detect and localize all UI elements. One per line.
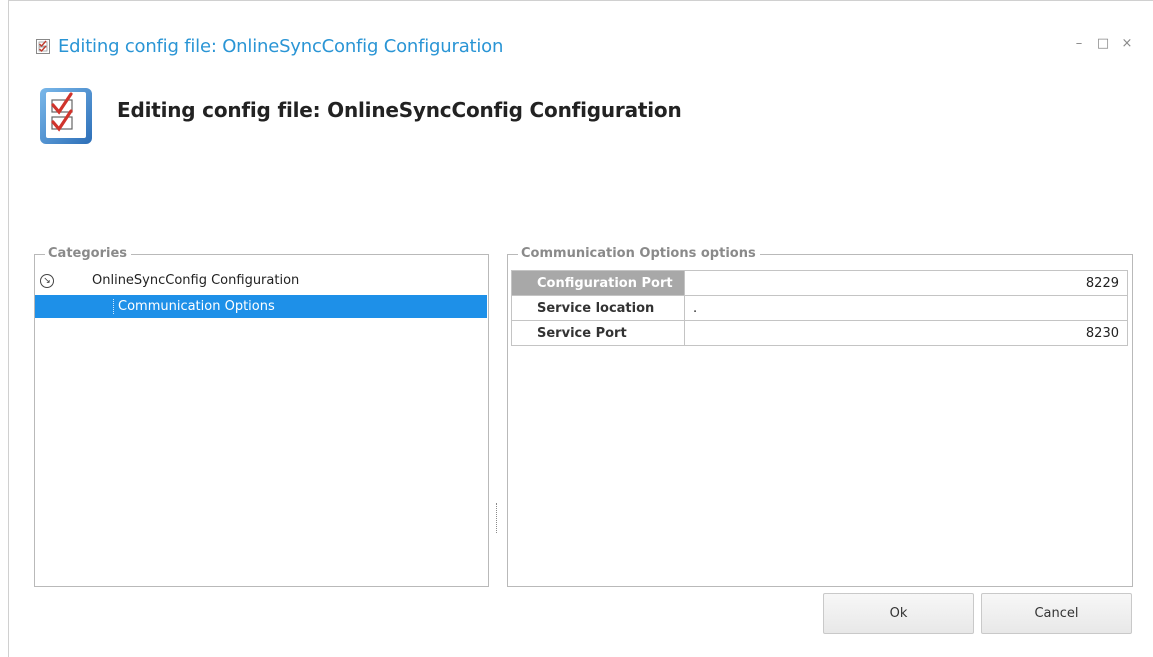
tree-item-root[interactable]: ↘ OnlineSyncConfig Configuration: [35, 270, 487, 292]
property-name[interactable]: Configuration Port: [511, 270, 685, 296]
window-title: Editing config file: OnlineSyncConfig Co…: [58, 35, 504, 57]
table-row[interactable]: Configuration Port 8229: [511, 270, 1128, 296]
ok-button[interactable]: Ok: [823, 593, 974, 634]
categories-group: Categories ↘ OnlineSyncConfig Configurat…: [34, 246, 489, 587]
property-grid: Configuration Port 8229 Service location…: [511, 270, 1128, 346]
property-value[interactable]: 8230: [684, 320, 1128, 346]
categories-legend: Categories: [45, 246, 132, 262]
title-bar: Editing config file: OnlineSyncConfig Co…: [36, 34, 503, 58]
table-row[interactable]: Service location .: [511, 295, 1128, 321]
tree-item-communication-options[interactable]: Communication Options: [35, 295, 487, 318]
tree-item-label: OnlineSyncConfig Configuration: [92, 273, 300, 288]
page-title: Editing config file: OnlineSyncConfig Co…: [117, 98, 682, 122]
property-name[interactable]: Service Port: [511, 320, 685, 346]
panel-splitter[interactable]: [496, 503, 497, 533]
checklist-icon: [36, 38, 50, 54]
window-controls: – □ ×: [1073, 36, 1133, 50]
table-row[interactable]: Service Port 8230: [511, 320, 1128, 346]
options-legend: Communication Options options: [518, 246, 760, 262]
tree-item-label: Communication Options: [113, 299, 275, 314]
property-value[interactable]: 8229: [684, 270, 1128, 296]
property-name[interactable]: Service location: [511, 295, 685, 321]
checklist-icon: [40, 88, 92, 144]
close-button[interactable]: ×: [1121, 36, 1133, 50]
cancel-button[interactable]: Cancel: [981, 593, 1132, 634]
maximize-button[interactable]: □: [1097, 36, 1109, 50]
property-value[interactable]: .: [684, 295, 1128, 321]
collapse-arrow-icon[interactable]: ↘: [40, 274, 54, 288]
minimize-button[interactable]: –: [1073, 36, 1085, 50]
options-group: Communication Options options Configurat…: [507, 246, 1133, 587]
